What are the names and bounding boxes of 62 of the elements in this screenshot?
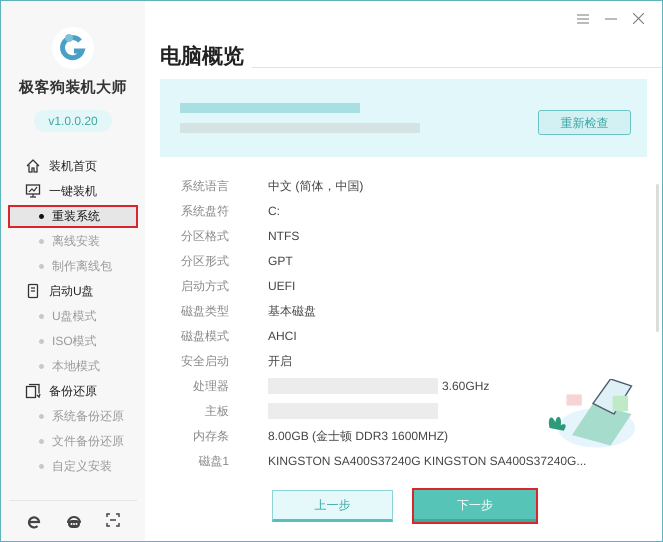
page-title: 电脑概览 (160, 46, 244, 69)
field-value: 8.00GB (金士顿 DDR3 1600MHZ) (268, 428, 448, 444)
backup-icon (25, 383, 41, 399)
nav-item[interactable]: 备份还原 (49, 382, 97, 400)
recheck-button[interactable]: 重新检查 (538, 110, 631, 135)
close-icon[interactable] (633, 13, 644, 24)
bullet-icon (39, 264, 44, 268)
bullet-icon (39, 464, 44, 468)
field-value: 3.60GHz (442, 378, 490, 394)
bullet-icon (39, 314, 44, 318)
nav-subitem[interactable]: 自定义安装 (8, 454, 138, 478)
field-label: 内存条 (192, 428, 229, 444)
nav-subitem[interactable]: U盘模式 (8, 304, 138, 328)
field-value: 中文 (简体，中国) (268, 178, 364, 194)
field-value: 开启 (268, 352, 292, 370)
field-value: C: (268, 202, 280, 220)
field-value: 基本磁盘 (268, 302, 316, 320)
scrollbar[interactable] (656, 184, 659, 332)
bullet-icon (39, 364, 44, 368)
field-value: NTFS (268, 228, 300, 244)
headset-icon[interactable] (64, 513, 83, 529)
field-label: 主板 (204, 402, 229, 420)
field-label: 磁盘1 (197, 452, 229, 470)
minimize-icon[interactable] (605, 18, 617, 20)
nav-item[interactable]: 启动U盘 (49, 282, 94, 300)
back-button[interactable]: 上一步 (272, 490, 393, 522)
field-value: KINGSTON SA400S37240G KINGSTON SA400S37240G... (268, 452, 586, 470)
bullet-icon (39, 414, 44, 418)
logo-icon (52, 27, 94, 69)
version-badge: v1.0.0.20 (34, 110, 112, 132)
nav-subitem[interactable]: 文件备份还原 (8, 428, 138, 454)
field-label: 启动方式 (181, 278, 229, 294)
bullet-icon (39, 238, 44, 244)
menu-icon[interactable] (577, 14, 589, 24)
field-label: 分区格式 (181, 228, 229, 244)
field-label: 安全启动 (181, 352, 229, 370)
field-label: 分区形式 (181, 252, 229, 270)
nav-subitem[interactable]: 本地模式 (8, 354, 138, 378)
nav-subitem[interactable]: 离线安装 (8, 228, 138, 254)
nav-subitem[interactable]: ISO模式 (8, 328, 138, 354)
nav-subitem[interactable]: 系统备份还原 (8, 404, 138, 428)
home-icon (25, 158, 41, 174)
field-label: 磁盘模式 (181, 328, 229, 344)
nav-item[interactable]: 装机首页 (49, 157, 97, 175)
bullet-icon (39, 214, 44, 218)
field-value: GPT (268, 252, 293, 270)
fullscreen-icon[interactable] (106, 513, 120, 527)
app-name: 极客狗装机大师 (19, 78, 127, 98)
bullet-icon (39, 438, 44, 444)
field-label: 处理器 (192, 378, 229, 394)
next-button[interactable]: 下一步 (414, 490, 536, 522)
nav-subitem[interactable]: 制作离线包 (8, 254, 138, 278)
nav-item[interactable]: 一键装机 (49, 182, 97, 200)
field-label: 系统盘符 (181, 202, 229, 220)
field-label: 系统语言 (181, 178, 229, 194)
usb-drive-icon (25, 283, 41, 299)
bullet-icon (39, 338, 44, 344)
monitor-icon (25, 183, 41, 199)
field-value: UEFI (268, 278, 296, 294)
field-label: 磁盘类型 (181, 302, 229, 320)
field-value: AHCI (268, 328, 297, 344)
nav-subitem[interactable]: 重装系统 (8, 204, 138, 228)
